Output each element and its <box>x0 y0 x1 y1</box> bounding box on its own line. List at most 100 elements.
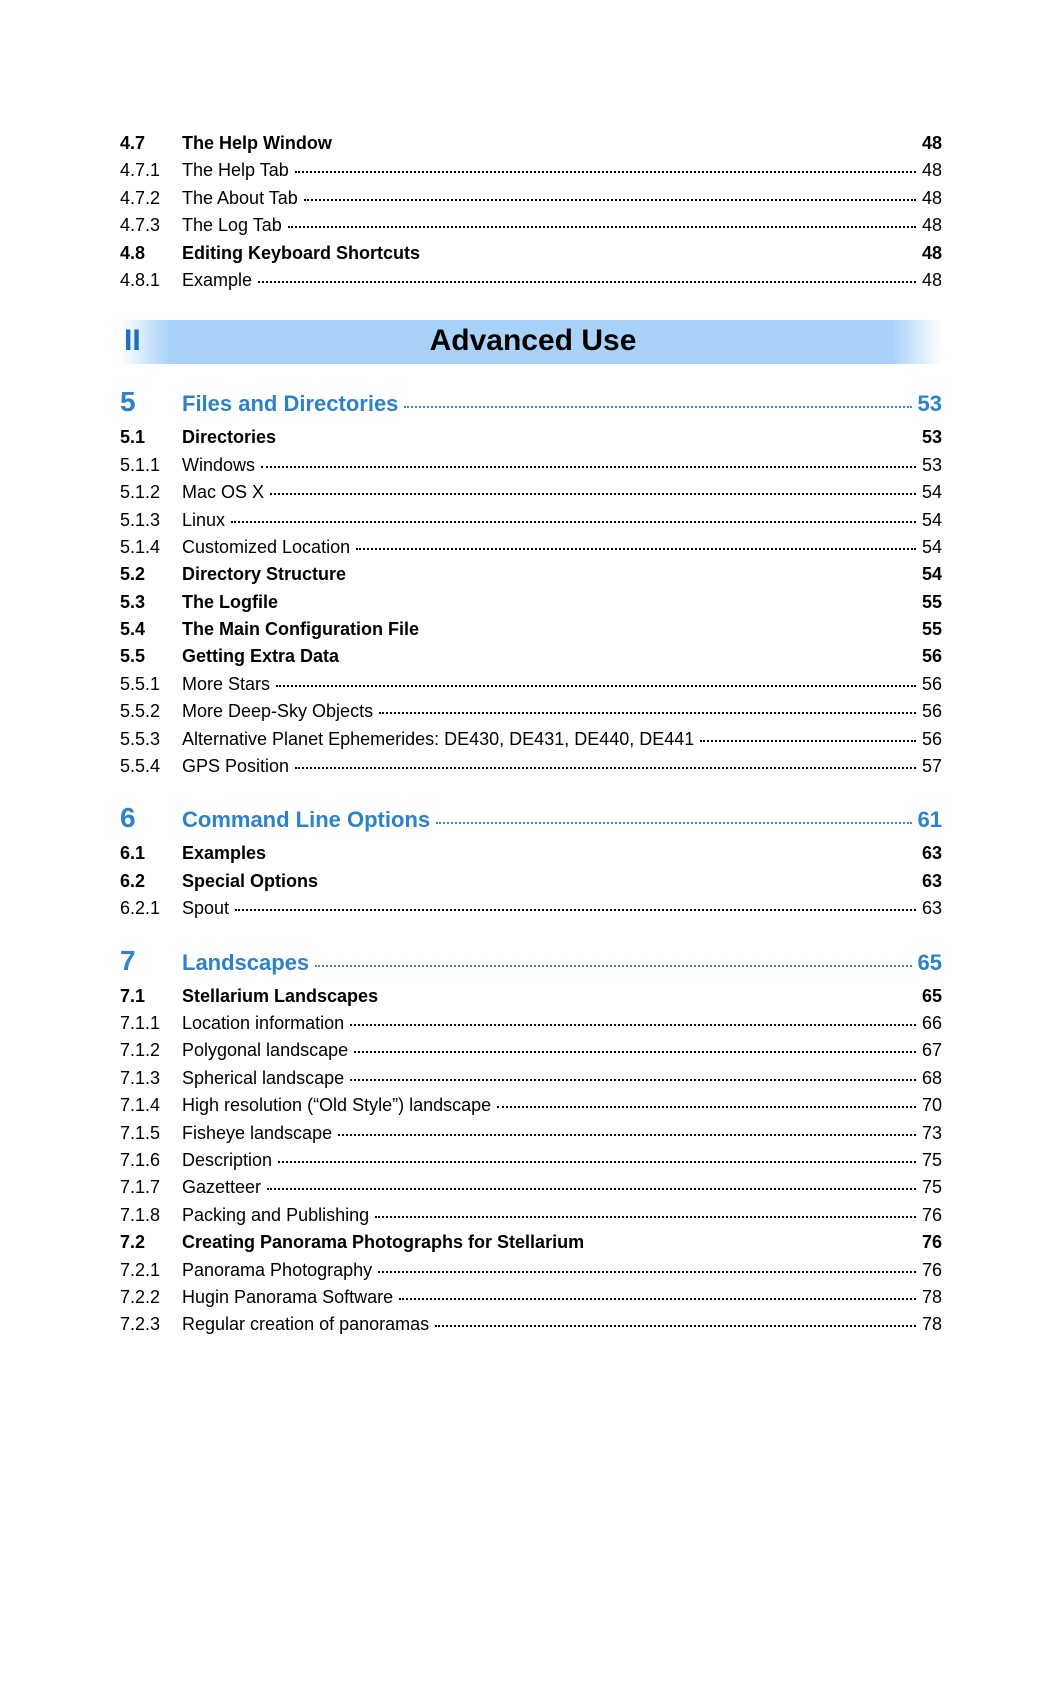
toc-entry-title: Description <box>182 1149 272 1172</box>
toc-entry[interactable]: 7.1.2Polygonal landscape67 <box>120 1037 942 1064</box>
toc-entry-page: 73 <box>922 1122 942 1145</box>
toc-entry-number: 4.7 <box>120 132 182 155</box>
toc-entry-number: 5.5 <box>120 645 182 668</box>
toc-entry-page: 76 <box>922 1231 942 1254</box>
toc-entry[interactable]: 7.2.3Regular creation of panoramas78 <box>120 1311 942 1338</box>
toc-entry-title: The Log Tab <box>182 214 282 237</box>
toc-entry-number: 7.1.6 <box>120 1149 182 1172</box>
toc-entry[interactable]: 7.1.8Packing and Publishing76 <box>120 1202 942 1229</box>
toc-entry[interactable]: 5.1Directories53 <box>120 424 942 451</box>
toc-entry-page: 48 <box>922 187 942 210</box>
toc-entry-title: More Stars <box>182 673 270 696</box>
part-title: Advanced Use <box>186 324 942 358</box>
toc-entry-page: 66 <box>922 1012 942 1035</box>
toc-entry-number: 7.2 <box>120 1231 182 1254</box>
toc-entry[interactable]: 7.1.7Gazetteer75 <box>120 1174 942 1201</box>
toc-pre-part: 4.7The Help Window484.7.1The Help Tab484… <box>120 130 942 294</box>
toc-entry-number: 7.1.1 <box>120 1012 182 1035</box>
toc-chapter-number: 6 <box>120 802 182 834</box>
toc-entry[interactable]: 4.7.3The Log Tab48 <box>120 212 942 239</box>
toc-entry-page: 63 <box>922 842 942 865</box>
toc-entry-title: The About Tab <box>182 187 298 210</box>
toc-entry-number: 5.5.3 <box>120 728 182 751</box>
toc-entry[interactable]: 7.2.2Hugin Panorama Software78 <box>120 1284 942 1311</box>
toc-entry-title: High resolution (“Old Style”) landscape <box>182 1094 491 1117</box>
toc-entry[interactable]: 5.4The Main Configuration File55 <box>120 616 942 643</box>
toc-entry-page: 78 <box>922 1313 942 1336</box>
toc-entry-number: 5.5.4 <box>120 755 182 778</box>
toc-entry-title: Panorama Photography <box>182 1259 372 1282</box>
toc-entry[interactable]: 7.1.3Spherical landscape68 <box>120 1065 942 1092</box>
toc-entry[interactable]: 7.1.1Location information66 <box>120 1010 942 1037</box>
toc-entry-page: 48 <box>922 269 942 292</box>
toc-entry[interactable]: 5.1.2Mac OS X54 <box>120 479 942 506</box>
toc-entry-title: Creating Panorama Photographs for Stella… <box>182 1231 584 1254</box>
toc-entry[interactable]: 4.7.1The Help Tab48 <box>120 157 942 184</box>
toc-entry-number: 5.1 <box>120 426 182 449</box>
toc-entry[interactable]: 5.5.1More Stars56 <box>120 671 942 698</box>
toc-entry-title: Gazetteer <box>182 1176 261 1199</box>
toc-entry[interactable]: 7.1Stellarium Landscapes65 <box>120 983 942 1010</box>
toc-entry[interactable]: 5.5Getting Extra Data 56 <box>120 643 942 670</box>
toc-entry-number: 5.5.1 <box>120 673 182 696</box>
toc-entry[interactable]: 4.8.1Example48 <box>120 267 942 294</box>
toc-entry-title: Customized Location <box>182 536 350 559</box>
toc-chapter-page: 53 <box>918 391 942 417</box>
toc-leader <box>270 493 916 495</box>
toc-entry[interactable]: 4.8Editing Keyboard Shortcuts48 <box>120 240 942 267</box>
toc-entry-title: Spout <box>182 897 229 920</box>
toc-entry-title: Getting Extra Data <box>182 645 339 668</box>
toc-entry[interactable]: 7.1.6Description 75 <box>120 1147 942 1174</box>
toc-entry-page: 78 <box>922 1286 942 1309</box>
toc-entry-title: The Help Tab <box>182 159 289 182</box>
toc-entry[interactable]: 4.7.2The About Tab 48 <box>120 185 942 212</box>
toc-entry[interactable]: 7.2.1Panorama Photography76 <box>120 1257 942 1284</box>
toc-entry[interactable]: 7.1.4High resolution (“Old Style”) lands… <box>120 1092 942 1119</box>
toc-entry-title: Linux <box>182 509 225 532</box>
toc-chapter[interactable]: 5Files and Directories53 <box>120 386 942 418</box>
toc-entry-title: Editing Keyboard Shortcuts <box>182 242 420 265</box>
toc-leader <box>399 1298 916 1300</box>
toc-entry[interactable]: 5.3The Logfile55 <box>120 589 942 616</box>
toc-chapter-title: Command Line Options <box>182 807 430 833</box>
toc-entry[interactable]: 5.5.2More Deep-Sky Objects56 <box>120 698 942 725</box>
toc-entry-number: 7.1.4 <box>120 1094 182 1117</box>
toc-leader <box>379 712 916 714</box>
toc-chapter[interactable]: 6Command Line Options61 <box>120 802 942 834</box>
toc-entry-page: 70 <box>922 1094 942 1117</box>
toc-entry-title: Directories <box>182 426 276 449</box>
toc-entry-title: Regular creation of panoramas <box>182 1313 429 1336</box>
toc-entry-title: Mac OS X <box>182 481 264 504</box>
toc-entry[interactable]: 5.1.1Windows53 <box>120 452 942 479</box>
toc-entry[interactable]: 5.1.3Linux54 <box>120 507 942 534</box>
toc-entry-page: 48 <box>922 132 942 155</box>
toc-entry-number: 6.1 <box>120 842 182 865</box>
toc-entry[interactable]: 5.1.4Customized Location54 <box>120 534 942 561</box>
toc-entry[interactable]: 6.1Examples63 <box>120 840 942 867</box>
toc-leader <box>375 1216 916 1218</box>
toc-chapter-number: 5 <box>120 386 182 418</box>
part-heading-bar: II Advanced Use <box>120 320 942 364</box>
toc-leader <box>258 281 916 283</box>
toc-entry[interactable]: 5.2Directory Structure54 <box>120 561 942 588</box>
toc-entry-number: 4.7.2 <box>120 187 182 210</box>
toc-entry[interactable]: 7.2Creating Panorama Photographs for Ste… <box>120 1229 942 1256</box>
toc-leader <box>700 740 916 742</box>
toc-entry-number: 7.1.5 <box>120 1122 182 1145</box>
toc-entry-page: 48 <box>922 214 942 237</box>
toc-entry-page: 56 <box>922 645 942 668</box>
toc-chapter[interactable]: 7Landscapes65 <box>120 945 942 977</box>
toc-entry[interactable]: 5.5.4GPS Position57 <box>120 753 942 780</box>
toc-entry[interactable]: 5.5.3Alternative Planet Ephemerides: DE4… <box>120 726 942 753</box>
toc-entry-title: More Deep-Sky Objects <box>182 700 373 723</box>
toc-leader <box>497 1106 916 1108</box>
toc-entry[interactable]: 6.2.1Spout63 <box>120 895 942 922</box>
toc-entry[interactable]: 4.7The Help Window48 <box>120 130 942 157</box>
toc-entry[interactable]: 6.2Special Options63 <box>120 868 942 895</box>
toc-entry-page: 68 <box>922 1067 942 1090</box>
toc-entry-page: 75 <box>922 1149 942 1172</box>
toc-entry[interactable]: 7.1.5Fisheye landscape73 <box>120 1120 942 1147</box>
toc-leader <box>354 1051 916 1053</box>
toc-leader <box>350 1079 916 1081</box>
toc-entry-title: Alternative Planet Ephemerides: DE430, D… <box>182 728 694 751</box>
